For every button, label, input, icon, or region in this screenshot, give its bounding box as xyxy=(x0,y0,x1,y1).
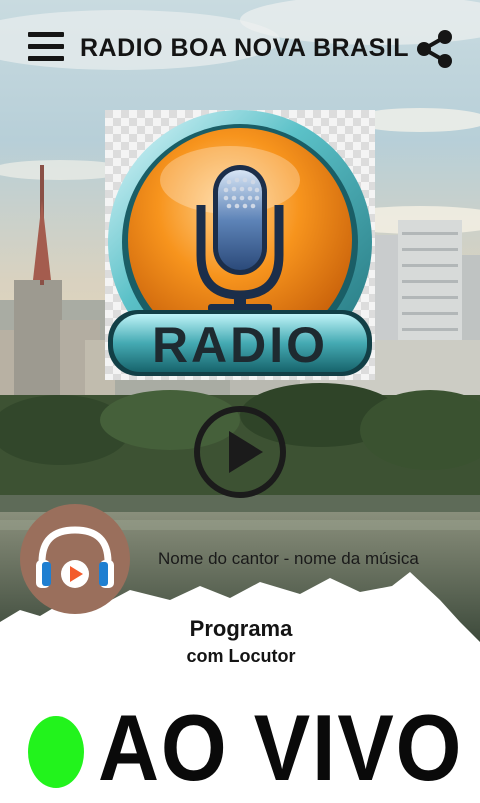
share-icon[interactable] xyxy=(416,29,454,69)
live-label: AO VIVO xyxy=(98,695,464,800)
play-icon xyxy=(194,406,286,498)
logo-text: RADIO xyxy=(152,317,328,373)
song-title: Nome do cantor - nome da música xyxy=(158,549,419,568)
radio-logo: RADIO xyxy=(105,110,375,380)
live-indicator-dot xyxy=(28,716,84,788)
app-title: RADIO BOA NOVA BRASIL xyxy=(80,34,410,62)
headphones-icon xyxy=(20,504,130,614)
hamburger-menu-icon[interactable] xyxy=(28,32,64,62)
play-button[interactable] xyxy=(193,405,287,499)
program-host: com Locutor xyxy=(186,646,296,666)
app-toolbar: RADIO BOA NOVA BRASIL xyxy=(0,0,480,100)
album-art xyxy=(20,504,130,614)
program-name: Programa xyxy=(189,616,293,641)
